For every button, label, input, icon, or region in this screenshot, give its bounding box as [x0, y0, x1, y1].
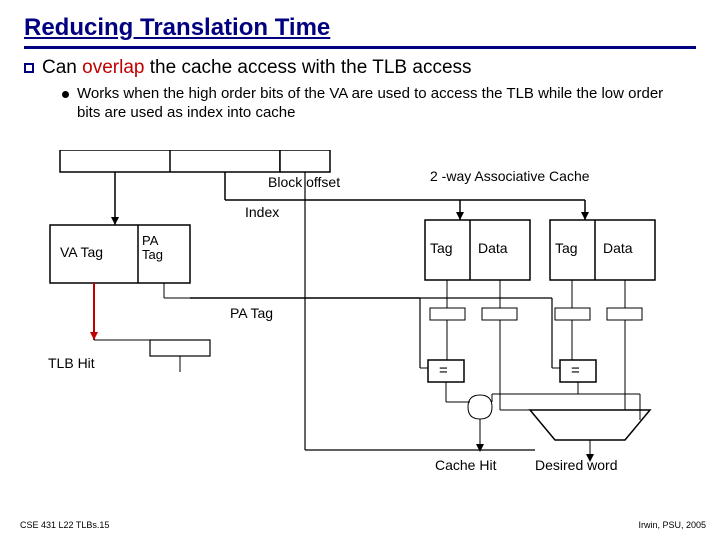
slide: Reducing Translation Time Can overlap th…	[0, 0, 720, 540]
sub-bullet-row: Works when the high order bits of the VA…	[62, 85, 682, 123]
label-data-2: Data	[603, 240, 633, 256]
label-tlb-hit: TLB Hit	[48, 355, 95, 371]
dot-bullet-icon	[62, 91, 69, 98]
sub-bullet-text: Works when the high order bits of the VA…	[77, 85, 682, 123]
label-tag-2: Tag	[555, 240, 578, 256]
label-data-1: Data	[478, 240, 508, 256]
bullet-pre: Can	[42, 57, 82, 78]
label-pa-tag: PA Tag	[230, 305, 273, 321]
diagram-stage: Block offset Index VA Tag PATag PA Tag T…	[30, 150, 700, 500]
slide-title: Reducing Translation Time	[24, 14, 696, 42]
footer-right: Irwin, PSU, 2005	[638, 520, 706, 530]
footer-left: CSE 431 L22 TLBs.15	[20, 520, 109, 530]
bullet-overlap: overlap	[82, 57, 144, 78]
label-block-offset: Block offset	[268, 174, 340, 190]
label-eq-1: =	[439, 362, 448, 379]
title-rule	[24, 46, 696, 49]
bullet-row: Can overlap the cache access with the TL…	[24, 57, 696, 79]
square-bullet-icon	[24, 63, 34, 73]
label-cache-hit: Cache Hit	[435, 457, 496, 473]
label-eq-2: =	[571, 362, 580, 379]
label-tag-1: Tag	[430, 240, 453, 256]
bullet-text: Can overlap the cache access with the TL…	[42, 57, 472, 79]
label-va-tag: VA Tag	[60, 244, 103, 260]
label-associative-cache: 2 -way Associative Cache	[430, 168, 590, 184]
diagram-svg	[30, 150, 700, 490]
label-desired-word: Desired word	[535, 457, 617, 473]
label-pa-tag-small: PATag	[142, 234, 163, 261]
label-index: Index	[245, 204, 279, 220]
bullet-post: the cache access with the TLB access	[144, 57, 471, 78]
